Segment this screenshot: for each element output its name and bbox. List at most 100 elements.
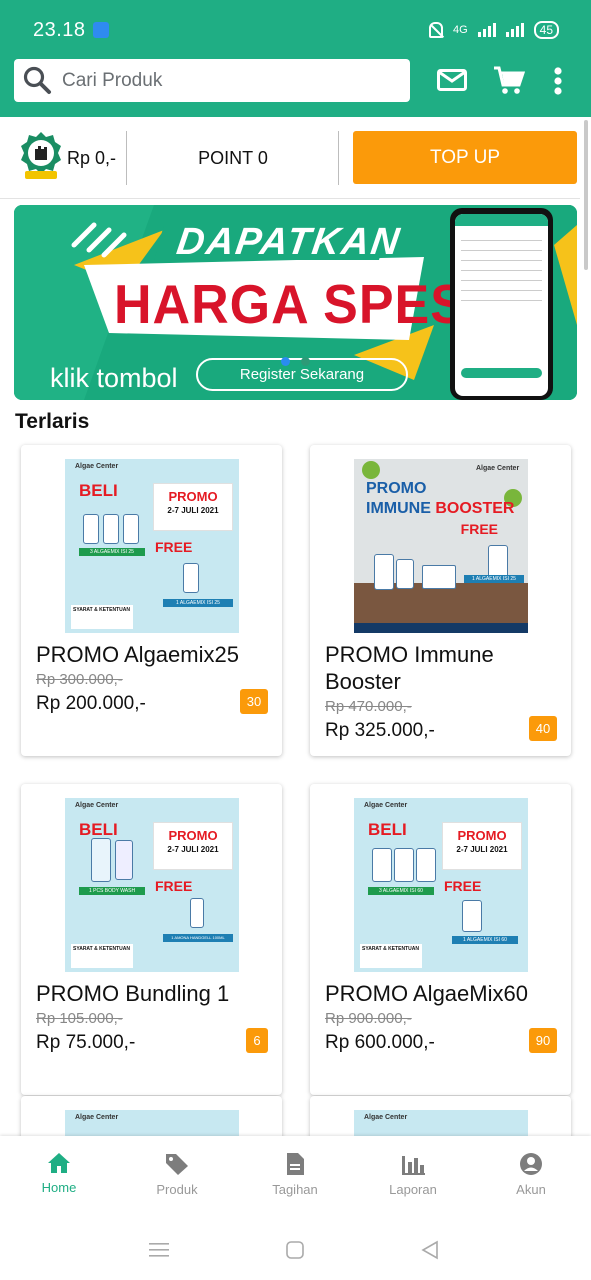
sold-count-badge: 40 bbox=[529, 716, 557, 741]
bar-chart-icon bbox=[402, 1156, 425, 1175]
status-time: 23.18 bbox=[33, 19, 86, 41]
thumb-promo-sign: PROMO 2-7 JULI 2021 bbox=[442, 822, 522, 870]
search-box[interactable] bbox=[14, 59, 410, 102]
product-card[interactable]: Algae Center PROMO IMMUNE BOOSTER FREE 1… bbox=[310, 445, 571, 756]
nav-home[interactable]: Home bbox=[14, 1152, 104, 1195]
member-logo bbox=[21, 132, 61, 179]
thumb-brand: Algae Center bbox=[75, 802, 119, 809]
thumb-promo-sign: PROMO 2-7 JULI 2021 bbox=[153, 483, 233, 531]
search-input[interactable] bbox=[62, 59, 392, 102]
balance-row: Rp 0,- POINT 0 TOP UP bbox=[0, 117, 580, 199]
thumb-buy-label: 3 ALGAEMIX ISI 25 bbox=[79, 548, 145, 556]
nav-produk-label: Produk bbox=[156, 1182, 198, 1197]
thumb-brand: Algae Center bbox=[476, 465, 520, 472]
product-old-price: Rp 105.000,- bbox=[36, 1010, 123, 1027]
nav-akun-label: Akun bbox=[516, 1182, 546, 1197]
thumb-terms: SYARAT & KETENTUAN bbox=[360, 944, 422, 968]
battery-icon: 45 bbox=[533, 21, 559, 39]
thumb-free-label: 1 ALGAEMIX ISI 60 bbox=[452, 936, 518, 944]
network-type: 4G bbox=[452, 24, 468, 36]
tag-icon bbox=[166, 1154, 188, 1175]
product-thumbnail: Algae Center BELI PROMO 2-7 JULI 2021 1 P… bbox=[65, 798, 239, 972]
product-card[interactable]: Algae Center BELI PROMO 2-7 JULI 2021 3 A… bbox=[21, 445, 282, 756]
sold-count-badge: 6 bbox=[246, 1028, 268, 1053]
scrollbar[interactable] bbox=[584, 120, 588, 270]
product-thumbnail: Algae Center PROMO IMMUNE BOOSTER FREE 1… bbox=[354, 459, 528, 633]
recent-apps-icon[interactable] bbox=[149, 1242, 169, 1258]
bell-off-icon bbox=[428, 22, 443, 38]
promo-banner[interactable]: DAPATKAN HARGA SPESIAL klik tombol Regis… bbox=[14, 205, 577, 400]
product-old-price: Rp 900.000,- bbox=[325, 1010, 412, 1027]
sold-count-badge: 90 bbox=[529, 1028, 557, 1053]
carousel-dot[interactable] bbox=[301, 357, 310, 366]
thumb-free-label: 1 ALGAEMIX ISI 25 bbox=[163, 599, 233, 607]
thumb-buy-label: 1 PCS BODY WASH bbox=[79, 887, 145, 895]
divider bbox=[338, 131, 339, 185]
thumb-beli: BELI bbox=[79, 481, 118, 500]
product-thumbnail: Algae Center BELI PROMO 2-7 JULI 2021 3 A… bbox=[65, 459, 239, 633]
nav-akun[interactable]: Akun bbox=[486, 1152, 576, 1197]
thumb-beli: BELI bbox=[368, 820, 407, 839]
nav-home-label: Home bbox=[41, 1180, 77, 1195]
phone-mockup bbox=[450, 208, 553, 400]
thumb-terms: SYARAT & KETENTUAN bbox=[71, 605, 133, 629]
product-name: PROMO AlgaeMix60 bbox=[325, 981, 528, 1006]
thumb-buy-label: 1 ALGAEMIX ISI 25 bbox=[464, 575, 524, 583]
product-card[interactable]: Algae Center BELI PROMO 2-7 JULI 2021 1 P… bbox=[21, 784, 282, 1095]
signal-icon bbox=[477, 23, 496, 37]
section-title-terlaris: Terlaris bbox=[15, 410, 90, 433]
product-name: PROMO Algaemix25 bbox=[36, 642, 239, 667]
product-price: Rp 75.000,- bbox=[36, 1032, 136, 1053]
thumb-beli: BELI bbox=[79, 820, 118, 839]
bottom-navigation: Home Produk Tagihan Laporan Akun bbox=[0, 1136, 591, 1218]
status-indicators: 4G 45 bbox=[428, 21, 559, 39]
product-old-price: Rp 470.000,- bbox=[325, 698, 412, 715]
product-card[interactable]: Algae Center BELI PROMO 2-7 JULI 2021 3 A… bbox=[310, 784, 571, 1095]
divider bbox=[126, 131, 127, 185]
nav-laporan-label: Laporan bbox=[389, 1182, 437, 1197]
thumb-brand: Algae Center bbox=[364, 1114, 408, 1121]
thumb-buy-label: 3 ALGAEMIX ISI 60 bbox=[368, 887, 434, 895]
product-name: PROMO Bundling 1 bbox=[36, 981, 230, 1006]
product-price: Rp 325.000,- bbox=[325, 720, 435, 741]
signal-icon-2 bbox=[505, 23, 524, 37]
phone-screen bbox=[455, 214, 548, 396]
thumb-title: PROMO IMMUNE BOOSTER bbox=[366, 480, 515, 517]
more-vert-icon[interactable] bbox=[552, 67, 564, 97]
home-button-icon[interactable] bbox=[286, 1241, 304, 1259]
cart-icon[interactable] bbox=[493, 65, 525, 97]
product-price: Rp 200.000,- bbox=[36, 693, 146, 714]
thumb-brand: Algae Center bbox=[75, 463, 119, 470]
carousel-dot-active[interactable] bbox=[281, 357, 290, 366]
balance-amount: Rp 0,- bbox=[67, 148, 117, 168]
document-icon bbox=[287, 1153, 304, 1175]
product-thumbnail: Algae Center BELI PROMO 2-7 JULI 2021 3 A… bbox=[354, 798, 528, 972]
nav-tagihan-label: Tagihan bbox=[272, 1182, 318, 1197]
thumb-free: FREE bbox=[155, 878, 193, 894]
banner-subtitle: klik tombol bbox=[50, 363, 178, 393]
banner-title-line1: DAPATKAN bbox=[174, 221, 404, 263]
thumb-free: FREE bbox=[155, 539, 193, 555]
nav-tagihan[interactable]: Tagihan bbox=[250, 1152, 340, 1197]
thumb-free: FREE bbox=[460, 521, 498, 537]
back-icon[interactable] bbox=[421, 1240, 439, 1260]
thumb-free-label: 1 AMONA HANDGELL 100ML bbox=[163, 934, 233, 942]
product-name: PROMO Immune Booster bbox=[325, 642, 494, 694]
sold-count-badge: 30 bbox=[240, 689, 268, 714]
thumb-brand: Algae Center bbox=[364, 802, 408, 809]
status-bar: 23.18 4G 45 bbox=[0, 0, 591, 45]
nav-produk[interactable]: Produk bbox=[132, 1152, 222, 1197]
point-value: POINT 0 bbox=[198, 148, 268, 168]
home-icon bbox=[48, 1153, 70, 1173]
nav-laporan[interactable]: Laporan bbox=[368, 1152, 458, 1197]
product-price: Rp 600.000,- bbox=[325, 1032, 435, 1053]
app-header bbox=[0, 45, 591, 117]
product-old-price: Rp 300.000,- bbox=[36, 671, 123, 688]
thumb-promo-sign: PROMO 2-7 JULI 2021 bbox=[153, 822, 233, 870]
system-navigation-bar bbox=[0, 1218, 591, 1280]
top-up-button[interactable]: TOP UP bbox=[353, 131, 577, 184]
thumb-brand: Algae Center bbox=[75, 1114, 119, 1121]
account-icon bbox=[520, 1153, 542, 1175]
mail-icon[interactable] bbox=[437, 69, 467, 91]
android-notification-icon bbox=[93, 22, 109, 38]
